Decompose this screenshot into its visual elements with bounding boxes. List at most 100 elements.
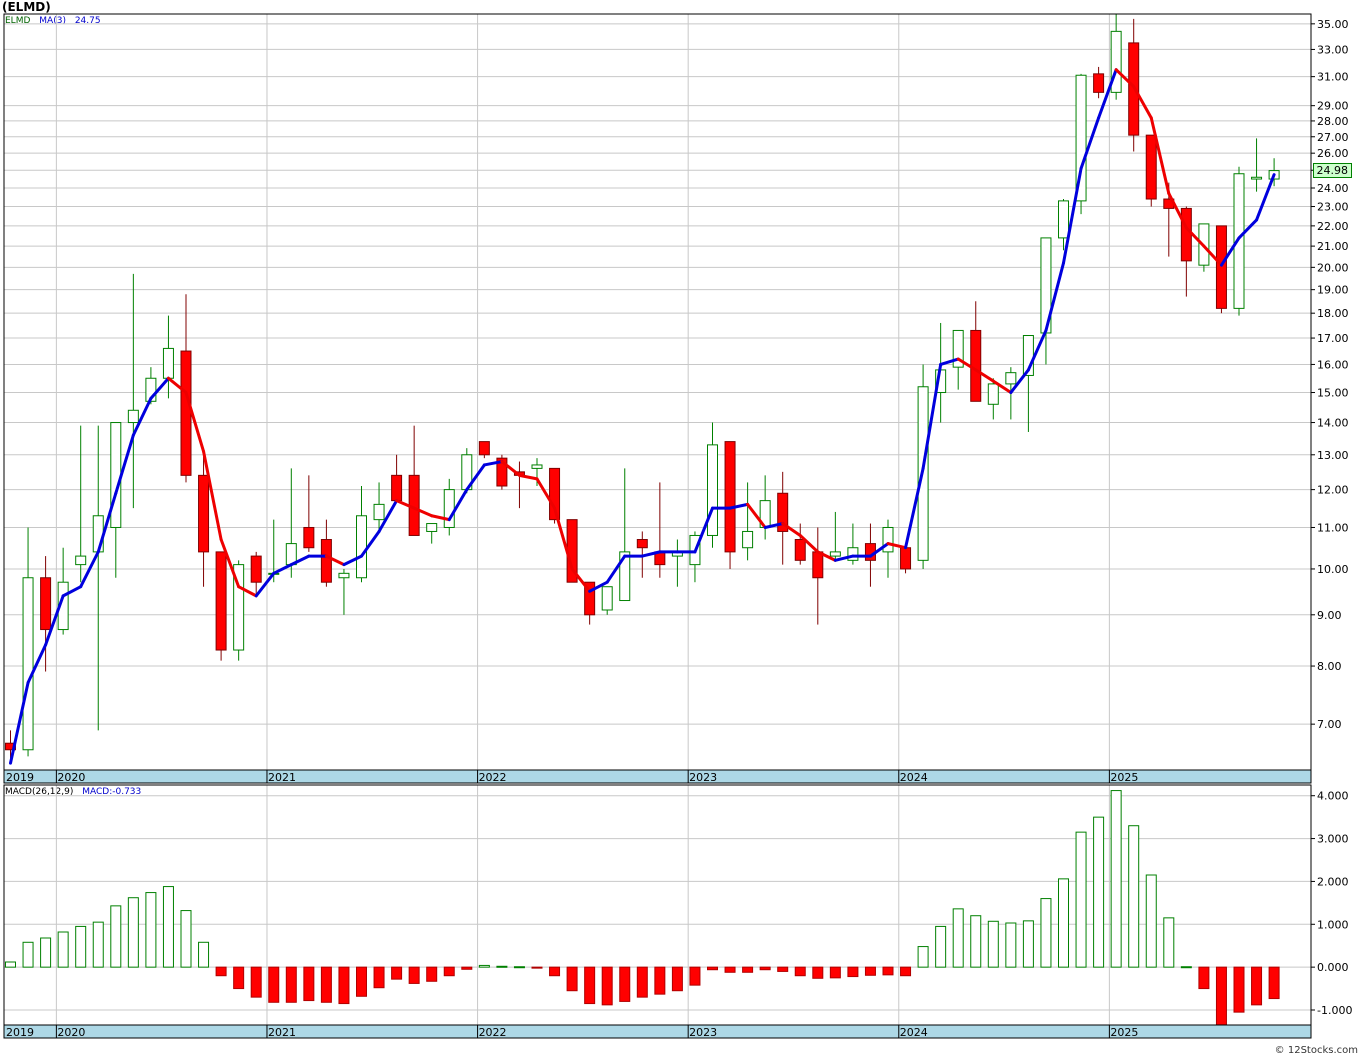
macd-bar: [654, 966, 666, 995]
macd-bar: [970, 915, 982, 968]
macd-bar: [1233, 966, 1245, 1013]
candle-body: [531, 464, 543, 469]
price-tick-label: 23.00: [1317, 201, 1349, 214]
candle-body: [1145, 134, 1157, 200]
price-tick-label: 17.00: [1317, 332, 1349, 345]
macd-bar: [1058, 878, 1069, 968]
macd-bar: [5, 961, 16, 968]
macd-bar: [1180, 966, 1192, 969]
macd-bar: [671, 966, 683, 992]
macd-bar: [619, 966, 631, 1002]
macd-histogram: [5, 790, 1280, 1026]
macd-bar: [215, 966, 227, 977]
macd-bar: [233, 966, 245, 990]
candlestick-series: [5, 14, 1280, 764]
year-label: 2019: [6, 771, 34, 784]
watermark: © 12Stocks.com: [1274, 1045, 1358, 1056]
macd-bar: [689, 966, 701, 986]
price-tick-label: 24.00: [1317, 182, 1349, 195]
macd-bar: [1268, 966, 1280, 1000]
candle-body: [426, 523, 438, 532]
candle-body: [320, 539, 332, 583]
macd-bar: [584, 966, 596, 1005]
macd-bar: [549, 966, 561, 977]
macd-bar: [162, 886, 174, 968]
macd-bar: [408, 966, 420, 984]
macd-bar: [40, 937, 52, 968]
year-label: 2022: [479, 771, 507, 784]
price-tick-label: 16.00: [1317, 358, 1349, 371]
candle-body: [40, 577, 52, 631]
macd-bar: [250, 966, 262, 998]
candle-body: [970, 329, 982, 402]
macd-bar: [268, 966, 280, 1003]
macd-bar: [1022, 920, 1034, 968]
candle-body: [162, 347, 174, 379]
macd-bar: [1110, 790, 1122, 968]
macd-tick-label: -1.000: [1317, 1004, 1352, 1017]
macd-tick-label: 4.000: [1317, 790, 1349, 803]
macd-bar: [1163, 917, 1175, 968]
candle-body: [198, 474, 210, 553]
price-tick-label: 19.00: [1317, 284, 1349, 297]
ma3-segment: [517, 473, 539, 481]
macd-bar: [759, 966, 771, 971]
candle-body: [724, 441, 736, 553]
macd-bar: [601, 966, 613, 1006]
candle-body: [794, 539, 806, 561]
price-axis: 7.00 8.00 9.00 10.00 11.00 12.00 13.00 14.00 15.…: [1311, 18, 1349, 731]
macd-bar: [180, 910, 192, 968]
macd-bar: [461, 966, 473, 970]
macd-bar: [320, 966, 332, 1003]
candle-body: [391, 474, 403, 502]
stock-chart: 7.00 8.00 9.00 10.00 11.00 12.00 13.00 14.00 15.…: [3, 13, 1352, 1039]
candle-body: [1005, 372, 1017, 385]
price-tick-label: 8.00: [1317, 660, 1342, 673]
last-price-tag: 24.98: [1312, 162, 1352, 178]
macd-bar: [145, 892, 157, 968]
macd-bar: [1198, 966, 1210, 990]
year-label: 2021: [268, 1026, 296, 1039]
price-tick-label: 31.00: [1317, 71, 1349, 84]
macd-bar: [531, 966, 543, 969]
candle-body: [250, 555, 262, 583]
candle-body: [900, 547, 912, 570]
macd-bar: [1145, 874, 1157, 968]
price-tick-label: 29.00: [1317, 100, 1349, 113]
macd-bar: [882, 966, 894, 976]
macd-bar: [742, 966, 754, 973]
price-tick-label: 9.00: [1317, 609, 1342, 622]
year-label: 2024: [900, 1026, 928, 1039]
macd-axis: -1.000 0.000 1.000 2.000 3.000 4.000: [1311, 790, 1352, 1017]
year-label: 2020: [57, 771, 85, 784]
ma3-segment: [1255, 173, 1276, 222]
candle-body: [1215, 225, 1227, 309]
macd-bar: [1128, 825, 1140, 968]
macd-bar: [1005, 922, 1017, 968]
price-tick-label: 21.00: [1317, 240, 1349, 253]
year-label: 2023: [689, 771, 717, 784]
macd-bar: [373, 966, 385, 989]
macd-bar: [356, 966, 367, 997]
price-tick-label: 10.00: [1317, 563, 1349, 576]
macd-bar: [496, 965, 508, 968]
macd-bar: [812, 966, 824, 979]
macd-bar: [566, 966, 578, 992]
price-tick-label: 18.00: [1317, 307, 1349, 320]
price-tick-label: 28.00: [1317, 115, 1349, 128]
macd-tick-label: 2.000: [1317, 875, 1349, 888]
price-tick-label: 22.00: [1317, 220, 1349, 233]
macd-bar: [92, 921, 104, 968]
candle-body: [180, 350, 192, 476]
macd-bar: [391, 966, 403, 980]
year-label: 2025: [1110, 1026, 1138, 1039]
candle-body: [1058, 200, 1069, 239]
candle-body: [601, 586, 613, 611]
candle-body: [110, 422, 122, 528]
candle-body: [882, 526, 894, 553]
macd-bar: [847, 966, 859, 978]
macd-tick-label: 3.000: [1317, 833, 1349, 846]
macd-bar: [75, 925, 87, 968]
year-label: 2022: [479, 1026, 507, 1039]
price-tick-label: 11.00: [1317, 521, 1349, 534]
